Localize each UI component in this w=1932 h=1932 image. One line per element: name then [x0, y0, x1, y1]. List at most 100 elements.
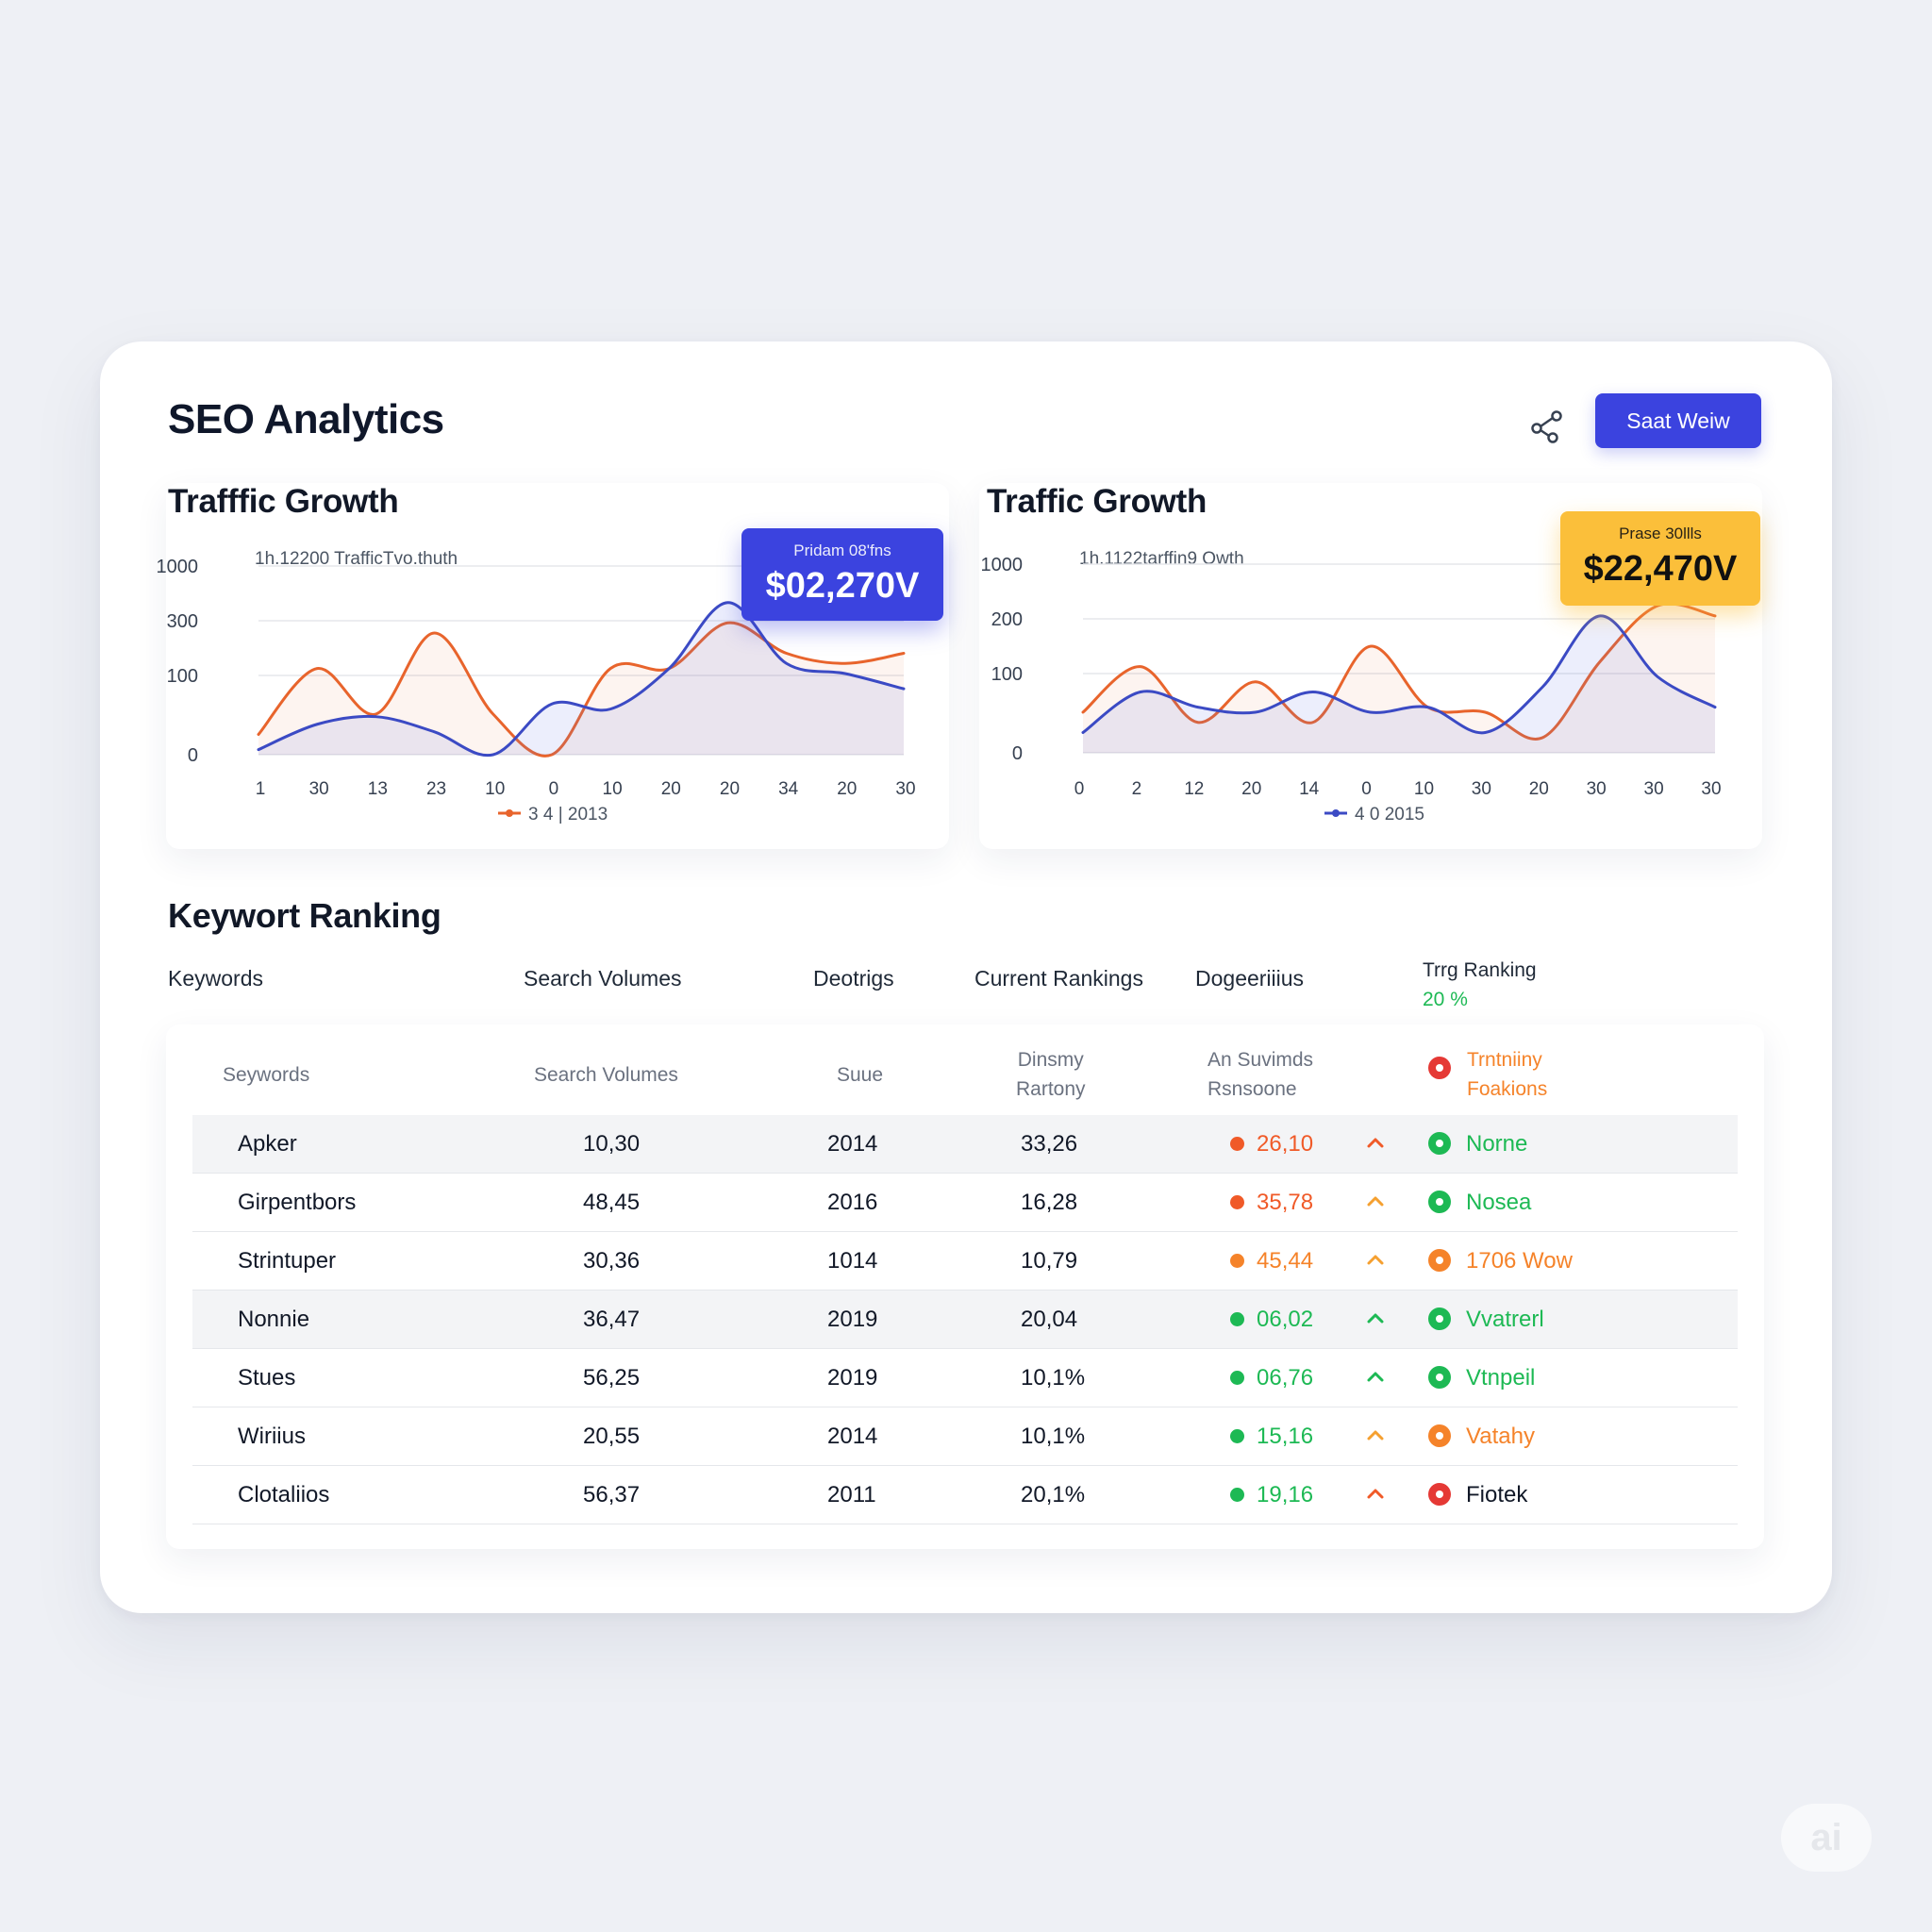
traffic-chart-right: 1h.1122tarffin9 Owth100020010000 2 12 20 14 0…	[981, 549, 1722, 824]
change-dot-icon	[1230, 1488, 1244, 1502]
year-cell: 2011	[827, 1482, 876, 1507]
year-cell: 2014	[827, 1424, 878, 1449]
rank-cell: 20,04	[1021, 1307, 1078, 1332]
change-dot-icon	[1230, 1429, 1244, 1443]
column-header-trrg-ranking[interactable]: Trrg Ranking	[1423, 959, 1537, 982]
trend-up-icon	[1367, 1313, 1384, 1324]
table-row[interactable]: Wiriius 20,55 2014 10,1% 15,16 Vatahy	[192, 1407, 1738, 1466]
change-cell: 15,16	[1257, 1424, 1314, 1449]
change-dot-icon	[1230, 1254, 1244, 1268]
status-cell: Vtnpeil	[1466, 1365, 1536, 1391]
seo-dashboard-card: SEO Analytics Saat Weiw Trafffic Growth …	[100, 341, 1832, 1613]
subheader-ranking: Dinsmy Rartony	[1016, 1049, 1086, 1100]
year-cell: 2019	[827, 1365, 878, 1391]
x-tick-label: 20	[1529, 779, 1549, 799]
rank-cell: 10,79	[1021, 1248, 1078, 1274]
volume-cell: 10,30	[583, 1131, 641, 1157]
x-tick-label: 14	[1299, 779, 1320, 799]
keyword-cell: Stues	[238, 1365, 296, 1391]
rank-cell: 10,1%	[1021, 1365, 1086, 1391]
keyword-section-title: Keywort Ranking	[168, 896, 441, 935]
x-tick-label: 20	[1241, 779, 1261, 799]
volume-cell: 30,36	[583, 1248, 641, 1274]
year-cell: 2016	[827, 1190, 878, 1215]
status-dot-icon	[1428, 1366, 1451, 1389]
change-cell: 06,02	[1257, 1307, 1314, 1332]
subheader-response: An Suvimds Rsnsoone	[1208, 1049, 1314, 1100]
change-cell: 26,10	[1257, 1131, 1314, 1157]
status-cell: Nosea	[1466, 1190, 1532, 1215]
status-dot-icon	[1428, 1483, 1451, 1506]
subheader-search-volumes: Search Volumes	[534, 1064, 678, 1086]
change-cell: 06,76	[1257, 1365, 1314, 1391]
year-cell: 2014	[827, 1131, 878, 1157]
rank-cell: 10,1%	[1021, 1424, 1086, 1449]
column-header-search-volumes[interactable]: Search Volumes	[524, 966, 681, 991]
change-dot-icon	[1230, 1312, 1244, 1326]
y-tick-label: 0	[1012, 743, 1023, 764]
legend-marker	[1332, 809, 1340, 817]
x-tick-label: 30	[1587, 779, 1607, 799]
keyword-cell: Nonnie	[238, 1307, 310, 1332]
column-header-dogeeriiius[interactable]: Dogeeriiius	[1195, 966, 1304, 991]
x-tick-label: 0	[1074, 779, 1085, 799]
volume-cell: 36,47	[583, 1307, 641, 1332]
keyword-cell: Apker	[238, 1131, 297, 1157]
trend-up-icon	[1367, 1489, 1384, 1499]
table-row[interactable]: Clotaliios 56,37 2011 20,1% 19,16 Fiotek	[192, 1466, 1738, 1524]
x-tick-label: 0	[1361, 779, 1372, 799]
status-cell: Fiotek	[1466, 1482, 1528, 1507]
status-cell: 1706 Wow	[1466, 1248, 1573, 1274]
tooltip-value: $22,470V	[1583, 549, 1738, 589]
legend-label: 4 0 2015	[1355, 805, 1424, 824]
status-dot-icon	[1428, 1057, 1451, 1079]
rank-cell: 20,1%	[1021, 1482, 1086, 1507]
x-tick-label: 12	[1184, 779, 1204, 799]
status-dot-icon	[1428, 1307, 1451, 1330]
chart-tooltip-right: Prase 30llls $22,470V	[1560, 511, 1760, 606]
column-header-deotrigs[interactable]: Deotrigs	[813, 966, 894, 991]
trend-up-icon	[1367, 1372, 1384, 1382]
keyword-cell: Girpentbors	[238, 1190, 357, 1215]
status-cell: Vvatrerl	[1466, 1307, 1544, 1332]
change-cell: 35,78	[1257, 1190, 1314, 1215]
change-cell: 19,16	[1257, 1482, 1314, 1507]
table-row[interactable]: Apker 10,30 2014 33,26 26,10 Norne	[192, 1115, 1738, 1174]
table-row[interactable]: Strintuper 30,36 1014 10,79 45,44 1706 Wow	[192, 1232, 1738, 1291]
keyword-cell: Wiriius	[238, 1424, 306, 1449]
volume-cell: 56,25	[583, 1365, 641, 1391]
status-cell: Norne	[1466, 1131, 1528, 1157]
status-cell: Vatahy	[1466, 1424, 1535, 1449]
x-tick-label: 30	[1701, 779, 1721, 799]
x-tick-label: 30	[1644, 779, 1664, 799]
subheader-keywords: Seywords	[223, 1064, 310, 1086]
status-dot-icon	[1428, 1132, 1451, 1155]
y-tick-label: 200	[991, 609, 1023, 630]
status-dot-icon	[1428, 1424, 1451, 1447]
change-cell: 45,44	[1257, 1248, 1314, 1274]
rank-cell: 16,28	[1021, 1190, 1078, 1215]
volume-cell: 20,55	[583, 1424, 641, 1449]
trend-up-icon	[1367, 1430, 1384, 1441]
keyword-cell: Strintuper	[238, 1248, 337, 1274]
column-header-current-rankings[interactable]: Current Rankings	[974, 966, 1143, 991]
table-row[interactable]: Stues 56,25 2019 10,1% 06,76 Vtnpeil	[192, 1349, 1738, 1407]
table-row[interactable]: Nonnie 36,47 2019 20,04 06,02 Vvatrerl	[192, 1291, 1738, 1349]
year-cell: 2019	[827, 1307, 878, 1332]
volume-cell: 48,45	[583, 1190, 641, 1215]
watermark-badge: ai	[1781, 1804, 1872, 1872]
column-header-keywords[interactable]: Keywords	[168, 966, 263, 991]
status-dot-icon	[1428, 1249, 1451, 1272]
change-dot-icon	[1230, 1137, 1244, 1151]
status-dot-icon	[1428, 1191, 1451, 1213]
table-row[interactable]: Girpentbors 48,45 2016 16,28 35,78 Nosea	[192, 1174, 1738, 1232]
chart-subtitle: 1h.1122tarffin9 Owth	[1079, 549, 1244, 569]
keyword-cell: Clotaliios	[238, 1482, 330, 1507]
x-tick-label: 2	[1132, 779, 1142, 799]
x-tick-label: 30	[1472, 779, 1491, 799]
rank-cell: 33,26	[1021, 1131, 1078, 1157]
trend-up-icon	[1367, 1255, 1384, 1265]
keyword-table: Seywords Search Volumes Suue Dinsmy Rart…	[166, 1024, 1764, 1549]
change-dot-icon	[1230, 1371, 1244, 1385]
subheader-fractions: Trntniiny Foakions	[1467, 1049, 1548, 1100]
